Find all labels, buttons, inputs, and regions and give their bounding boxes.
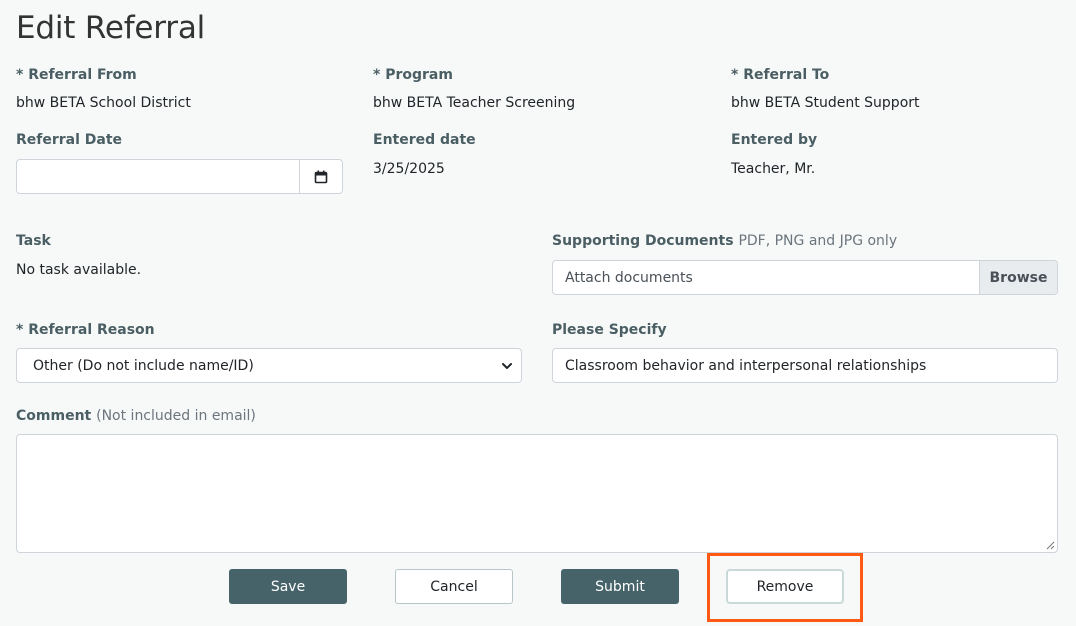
chevron-down-icon	[502, 362, 512, 369]
cancel-button[interactable]: Cancel	[395, 569, 513, 604]
comment-title: Comment	[16, 408, 92, 424]
referral-date-group	[16, 159, 343, 194]
task-value: No task available.	[16, 262, 142, 278]
calendar-icon	[314, 170, 328, 183]
supporting-documents-title: Supporting Documents	[552, 233, 734, 249]
referral-from-label: * Referral From	[16, 67, 137, 83]
attach-documents-field[interactable]: Attach documents	[553, 261, 979, 294]
please-specify-input[interactable]: Classroom behavior and interpersonal rel…	[552, 348, 1058, 383]
referral-reason-label: * Referral Reason	[16, 322, 155, 338]
save-button[interactable]: Save	[229, 569, 347, 604]
referral-to-label: * Referral To	[731, 67, 830, 83]
edit-referral-page: Edit Referral * Referral From bhw BETA S…	[0, 0, 1076, 626]
referral-date-input[interactable]	[17, 160, 299, 193]
referral-reason-selected: Other (Do not include name/ID)	[33, 357, 254, 374]
page-title: Edit Referral	[16, 10, 206, 46]
referral-to-value: bhw BETA Student Support	[731, 95, 920, 111]
comment-textarea[interactable]	[16, 434, 1058, 553]
please-specify-label: Please Specify	[552, 322, 667, 338]
supporting-documents-label: Supporting Documents PDF, PNG and JPG on…	[552, 233, 897, 249]
referral-reason-select[interactable]: Other (Do not include name/ID)	[16, 348, 522, 383]
date-picker-button[interactable]	[299, 160, 342, 193]
resize-grip-icon[interactable]	[1046, 541, 1055, 550]
entered-date-value: 3/25/2025	[373, 161, 445, 177]
entered-by-value: Teacher, Mr.	[731, 161, 816, 177]
file-upload[interactable]: Attach documents Browse	[552, 260, 1058, 295]
referral-from-value: bhw BETA School District	[16, 95, 191, 111]
referral-date-label: Referral Date	[16, 132, 123, 148]
browse-button[interactable]: Browse	[979, 261, 1057, 294]
supporting-documents-hint: PDF, PNG and JPG only	[738, 233, 898, 249]
remove-button-highlight	[707, 553, 863, 622]
program-value: bhw BETA Teacher Screening	[373, 95, 576, 111]
entered-date-label: Entered date	[373, 132, 476, 148]
comment-label: Comment (Not included in email)	[16, 408, 256, 424]
submit-button[interactable]: Submit	[561, 569, 679, 604]
entered-by-label: Entered by	[731, 132, 818, 148]
comment-hint: (Not included in email)	[96, 408, 256, 424]
task-label: Task	[16, 233, 51, 249]
program-label: * Program	[373, 67, 453, 83]
